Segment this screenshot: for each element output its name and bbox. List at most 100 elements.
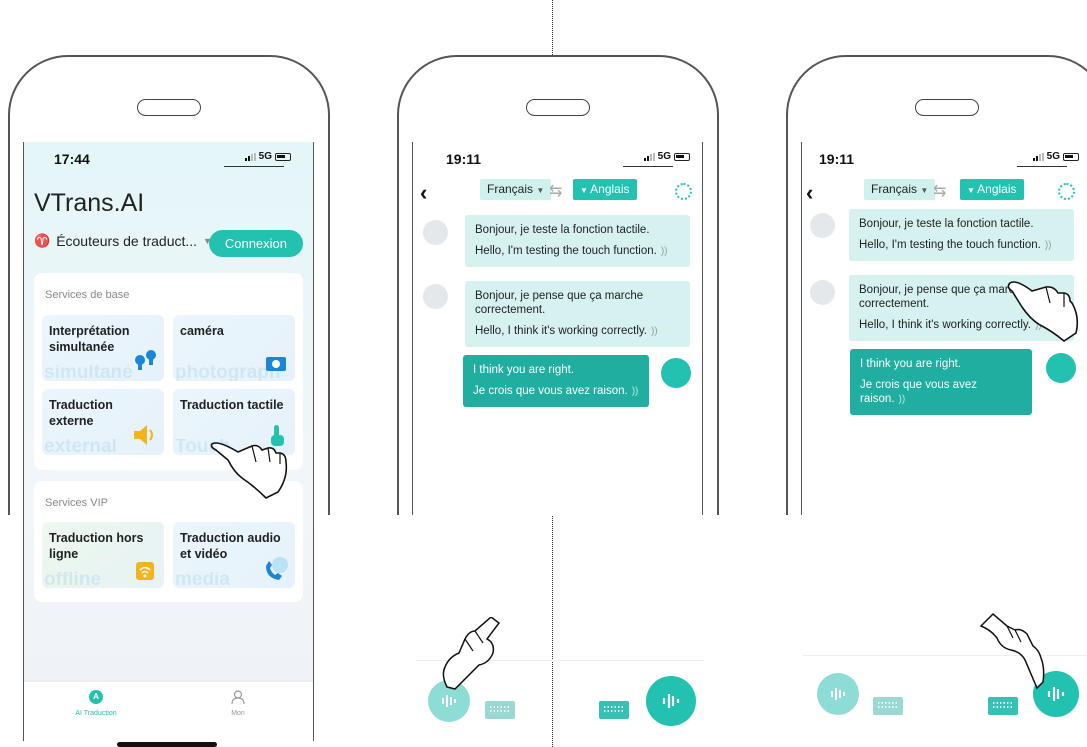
basic-services-title: Services de base [45,289,130,301]
message-source: Bonjour, je teste la fonction tactile. [859,218,1034,230]
hand-pointer-icon [442,617,501,690]
tile-label: Traduction externe [49,398,113,428]
user-avatar [661,358,691,388]
signal-icon [244,152,256,161]
source-language: Français [871,182,918,196]
keyboard-button-right[interactable] [599,701,629,719]
signal-icon [643,152,655,161]
speaker-icon[interactable]: )) [651,326,658,337]
target-language: Anglais [590,182,630,196]
network-label: 5G [657,151,671,162]
tile-audio-video-translation[interactable]: Traduction audio et vidéo media [173,522,295,588]
message-bubble[interactable]: Bonjour, je pense que ça marche correcte… [465,281,690,347]
status-time: 19:11 [819,151,855,167]
device-label: Écouteurs de traduct... [56,233,198,249]
speaker-icon[interactable]: )) [632,386,639,397]
app-title-text: VTrans.AI [34,189,145,217]
status-underline [224,166,284,167]
notch [137,99,201,116]
speaker-icon[interactable]: )) [661,246,668,257]
mic-button-left[interactable] [817,673,859,715]
swap-languages-icon[interactable]: ⇆ [933,181,946,201]
keyboard-button-left[interactable] [485,701,515,719]
speaker-icon[interactable]: )) [1045,240,1052,251]
keyboard-button-right[interactable] [988,697,1018,715]
offline-wifi-icon [136,562,154,580]
tile-label: caméra [180,324,224,338]
message-source: I think you are right. [860,358,961,370]
target-language: Anglais [977,182,1017,196]
hand-pointer-icon [979,612,1045,690]
speaker-icon[interactable]: )) [899,394,906,405]
connect-button[interactable]: Connexion [208,230,303,257]
status-underline [1017,166,1067,167]
chevron-down-icon: ▼ [920,186,929,195]
message-bubble-mine[interactable]: I think you are right. Je crois que vous… [850,349,1032,415]
notch [526,99,590,116]
bottom-navigation: A AI Traduction Mon [24,681,313,741]
voice-wave-icon [831,688,845,700]
tile-simultaneous-interpretation[interactable]: Interprétation simultanée simultané [42,315,164,381]
device-selector[interactable]: ♈ Écouteurs de traduct... ▼ [34,233,212,249]
tile-external-translation[interactable]: Traduction externe external [42,389,164,455]
message-bubble-mine[interactable]: I think you are right. Je crois que vous… [463,355,649,407]
user-avatar [1046,353,1076,383]
phone-call-icon [266,557,288,580]
speaker-icon [134,425,153,445]
swap-languages-icon[interactable]: ⇆ [549,181,562,201]
message-translation: Hello, I'm testing the touch function. [475,245,657,257]
message-bubble[interactable]: Bonjour, je teste la fonction tactile. H… [465,215,690,267]
message-translation: Hello, I'm testing the touch function. [859,239,1041,251]
tile-offline-translation[interactable]: Traduction hors ligne offline [42,522,164,588]
battery-icon [275,152,291,161]
tile-label: Traduction tactile [180,398,284,412]
settings-gear-icon[interactable] [675,183,692,200]
notch [915,99,979,116]
tile-label: Interprétation simultanée [49,324,130,354]
source-language-select[interactable]: Français ▼ [480,179,552,200]
back-button[interactable]: ‹ [420,180,427,206]
network-label: 5G [258,151,272,162]
nav-ai-translation[interactable]: A AI Traduction [56,690,136,717]
signal-icon [1032,152,1044,161]
earbuds-icon: ♈ [34,233,51,248]
earbud-avatar [423,220,448,245]
voice-wave-icon [662,694,680,708]
tile-camera[interactable]: caméra photograph [173,315,295,381]
source-language: Français [487,182,534,196]
keyboard-button-left[interactable] [873,697,903,715]
chevron-down-icon: ▼ [580,186,591,195]
status-indicators: 5G [244,151,291,162]
message-translation: Je crois que vous avez raison. [860,379,977,405]
target-language-select[interactable]: ▼ Anglais [573,179,637,200]
nav-label: AI Traduction [75,710,117,717]
network-label: 5G [1046,151,1060,162]
voice-wave-icon [442,695,456,707]
home-indicator [117,742,217,747]
message-source: I think you are right. [473,364,574,376]
status-indicators: 5G [1032,151,1079,162]
chevron-down-icon: ▼ [967,186,978,195]
status-indicators: 5G [643,151,690,162]
status-time: 17:44 [54,151,90,167]
hand-pointer-icon [210,442,288,499]
ai-translate-icon: A [89,690,103,704]
message-source: Bonjour, je teste la fonction tactile. [475,224,650,236]
target-language-select[interactable]: ▼ Anglais [960,179,1024,200]
nav-mine[interactable]: Mon [198,690,278,717]
message-translation: Je crois que vous avez raison. [473,385,628,397]
earbud-avatar [423,284,448,309]
settings-gear-icon[interactable] [1058,183,1075,200]
earbud-avatar [810,280,835,305]
source-language-select[interactable]: Français ▼ [864,179,936,200]
mic-button-right[interactable] [646,676,696,726]
status-underline [623,166,673,167]
app-title: VTrans.AI [34,189,144,218]
earbuds-icon [135,350,156,370]
earbud-avatar [810,213,835,238]
tile-label: Traduction hors ligne [49,531,144,561]
message-bubble[interactable]: Bonjour, je teste la fonction tactile. H… [849,209,1074,261]
chat-screen-2: 19:11 5G ‹ Français ▼ ⇆ ▼ Anglais Bonjou… [412,142,703,515]
back-button[interactable]: ‹ [806,180,813,206]
battery-icon [674,152,690,161]
